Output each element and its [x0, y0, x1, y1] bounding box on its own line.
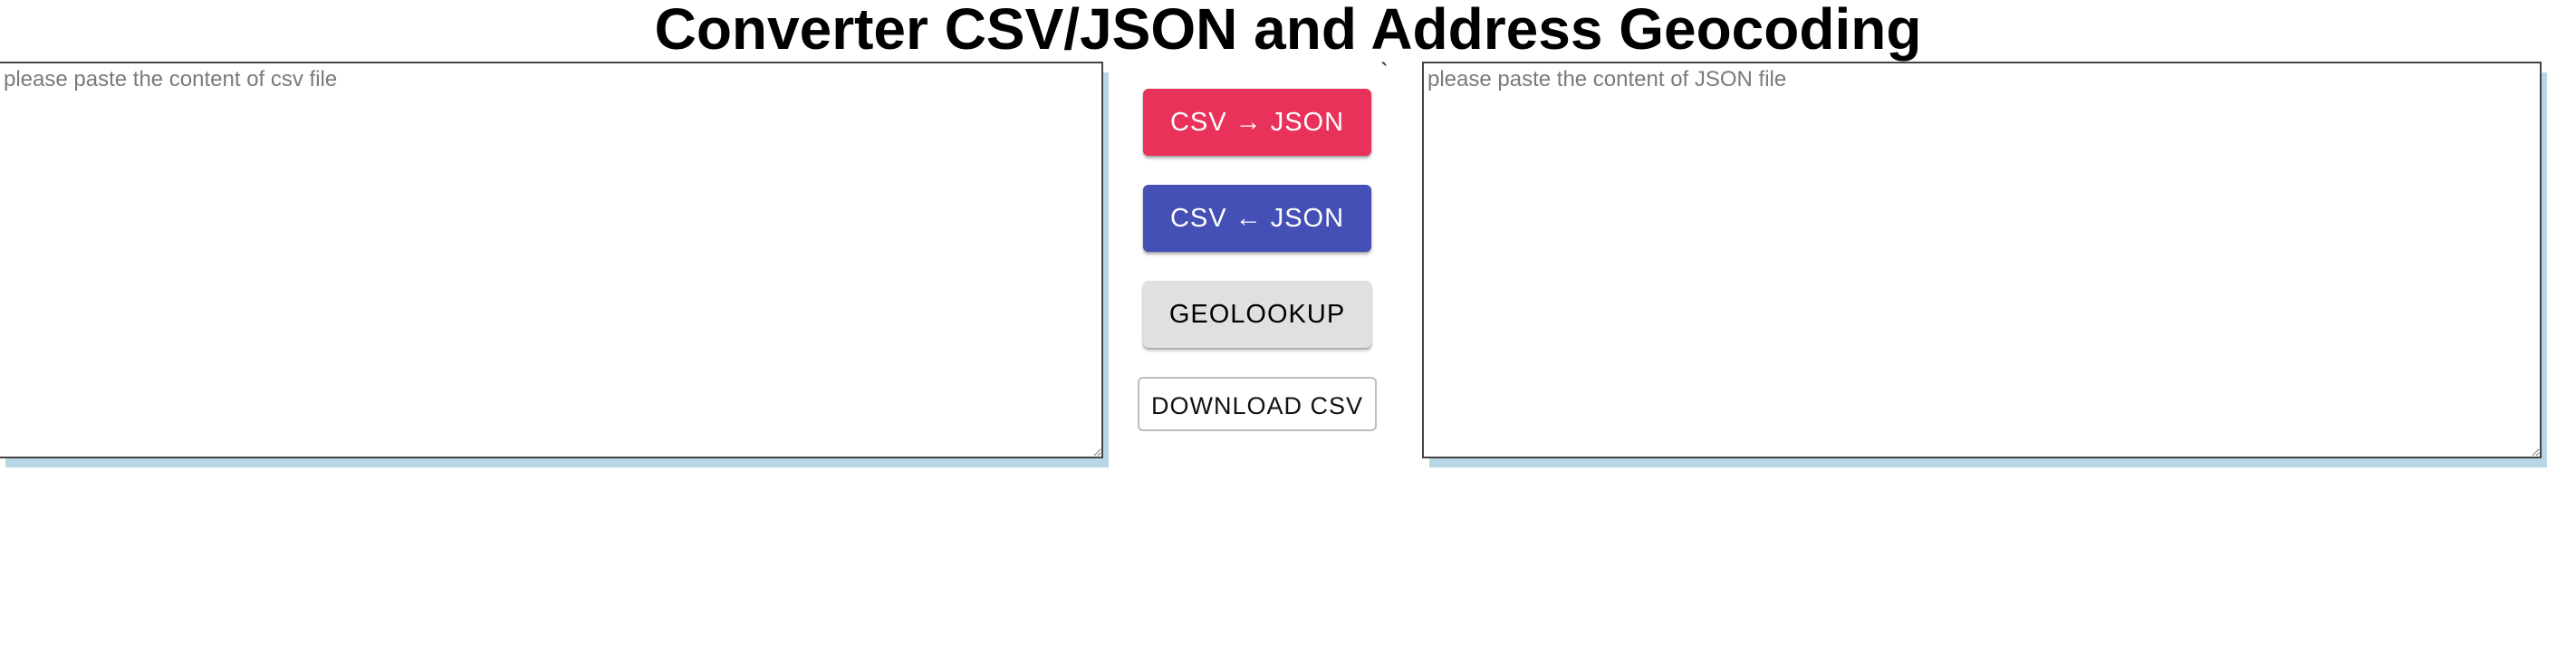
geolookup-button[interactable]: GEOLOOKUP — [1143, 281, 1371, 348]
csv-input-textarea[interactable] — [0, 62, 1103, 458]
csv-to-json-button[interactable]: CSV → JSON — [1143, 89, 1371, 156]
json-to-csv-button[interactable]: CSV ← JSON — [1143, 185, 1371, 252]
download-csv-button[interactable]: DOWNLOAD CSV — [1138, 377, 1377, 431]
json-input-textarea[interactable] — [1422, 62, 2542, 458]
stray-backtick-text: ` — [1380, 58, 1389, 85]
page-title: Converter CSV/JSON and Address Geocoding — [654, 0, 1922, 62]
